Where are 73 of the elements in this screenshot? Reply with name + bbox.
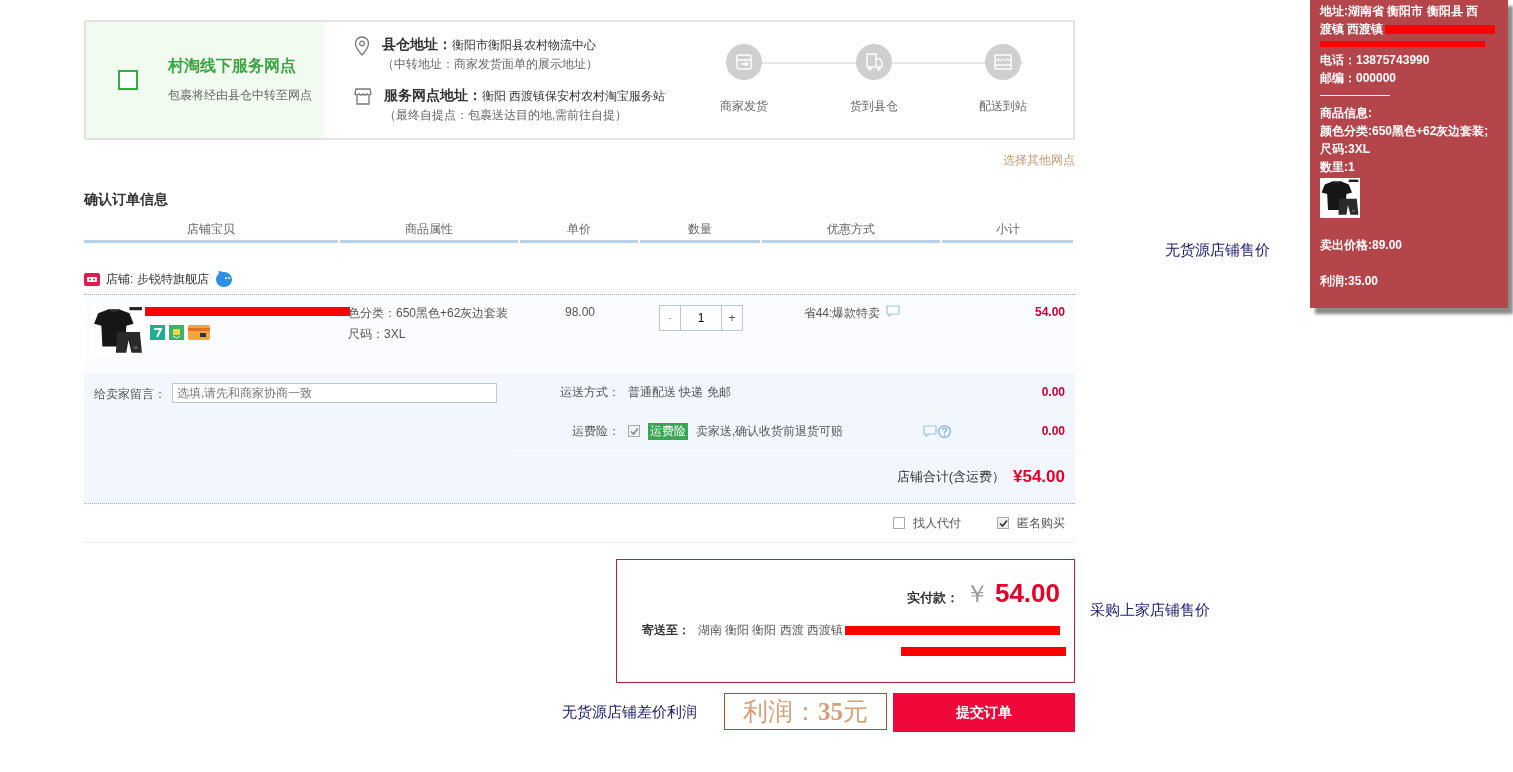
address-line: 县仓地址：衡阳市衡阳县农村物流中心 [382,36,597,54]
option-subtitle: 包裹将经由县仓中转至网点 [168,87,312,104]
column-header: 单价 [520,221,638,243]
card-icon [188,325,210,340]
insurance-text: 卖家送,确认收货前退货可赔 [696,422,844,440]
shop-name[interactable]: 店铺: 步锐特旗舰店 [106,271,209,288]
increase-button[interactable]: + [722,306,742,330]
message-label: 给卖家留言： [94,386,166,403]
checkbox[interactable] [118,70,138,90]
submit-order-button[interactable]: 提交订单 [893,693,1075,732]
insurance-checkbox[interactable] [628,425,640,437]
help-icon[interactable] [938,424,952,438]
comment-icon[interactable] [923,424,938,437]
shop-total-amount: ¥54.00 [1013,467,1065,487]
chat-bubble-icon[interactable] [214,271,233,288]
goods-text: 颜色分类:650黑色+62灰边套装;尺码:3XL [1320,123,1490,158]
shipping-label: 运送方式： [559,383,620,401]
shop-badge-icon [84,273,100,286]
insurance-tag: 运费险 [648,422,688,440]
discount-text: 省44:爆款特卖 [803,305,881,322]
payment-label: 实付款： [906,589,959,607]
service-badge-icon [150,325,165,340]
truck-icon [855,44,892,80]
annotation-text: 无货源店铺售价 [1165,241,1270,260]
column-header: 店铺宝贝 [84,221,338,243]
address-text: 地址:湖南省 衡阳市 衡阳县 西 [1320,3,1478,20]
profit-note: 利润：35元 [724,693,887,730]
step-label: 配送到站 [979,98,1027,115]
profit-text: 利润:35.00 [1320,273,1380,290]
item-attribute: 尺码：3XL [348,326,407,343]
annotation-text: 采购上家店铺售价 [1090,601,1210,620]
sell-price-text: 卖出价格:89.00 [1320,237,1404,254]
storefront-icon [985,44,1021,80]
zip-text: 邮编：000000 [1320,70,1398,87]
address-text: 渡镇 西渡镇 [1320,21,1384,38]
subtotal: 54.00 [1034,305,1065,319]
column-header: 商品属性 [340,221,518,243]
currency-sign: ￥ [964,579,989,609]
package-icon [726,44,762,80]
service-badge-icon [169,325,184,340]
insurance-fee: 0.00 [1041,424,1066,438]
column-header: 数量 [640,221,760,243]
store-icon [354,87,372,105]
ship-to-label: 寄送至： [641,622,690,639]
address-line: 服务网点地址：衡阳 西渡镇保安村农村淘宝服务站 [384,87,666,105]
checkbox[interactable] [997,517,1009,529]
column-header: 小计 [942,221,1073,243]
payment-amount: 54.00 [994,578,1060,609]
step-label: 商家发货 [720,98,768,115]
ship-to-address: 湖南 衡阳 衡阳 西渡 西渡镇 [697,622,843,639]
option-label[interactable]: 匿名购买 [1017,514,1065,532]
service-point-option[interactable]: 村淘线下服务网点 包裹将经由县仓中转至网点 [86,22,324,138]
message-field[interactable]: 选填,请先和商家协商一致 [172,383,497,403]
quantity-field[interactable]: 1 [680,306,722,330]
step-label: 货到县仓 [849,98,898,115]
quantity-text: 数里:1 [1320,159,1356,176]
address-note: （最终自提点：包裹送达目的地,需前往自提） [384,107,629,124]
checkbox[interactable] [893,517,905,529]
insurance-label: 运费险： [571,422,620,440]
goods-title: 商品信息: [1320,105,1373,122]
shop-total-label: 店铺合计(含运费） [896,468,1005,486]
phone-text: 电话：13875743990 [1320,52,1431,69]
address-note: （中转地址：商家发货面单的展示地址） [382,56,598,73]
shipping-fee: 0.00 [1041,385,1066,399]
option-label[interactable]: 找人代付 [913,514,961,532]
option-title: 村淘线下服务网点 [168,56,297,76]
section-title: 确认订单信息 [84,191,169,209]
column-header: 优惠方式 [762,221,940,243]
shipping-method[interactable]: 普通配送 快递 免邮 [628,383,731,401]
annotation-text: 无货源店铺差价利润 [562,703,697,722]
comment-icon[interactable] [886,305,901,317]
unit-price: 98.00 [565,305,595,319]
location-pin-icon [354,36,370,56]
